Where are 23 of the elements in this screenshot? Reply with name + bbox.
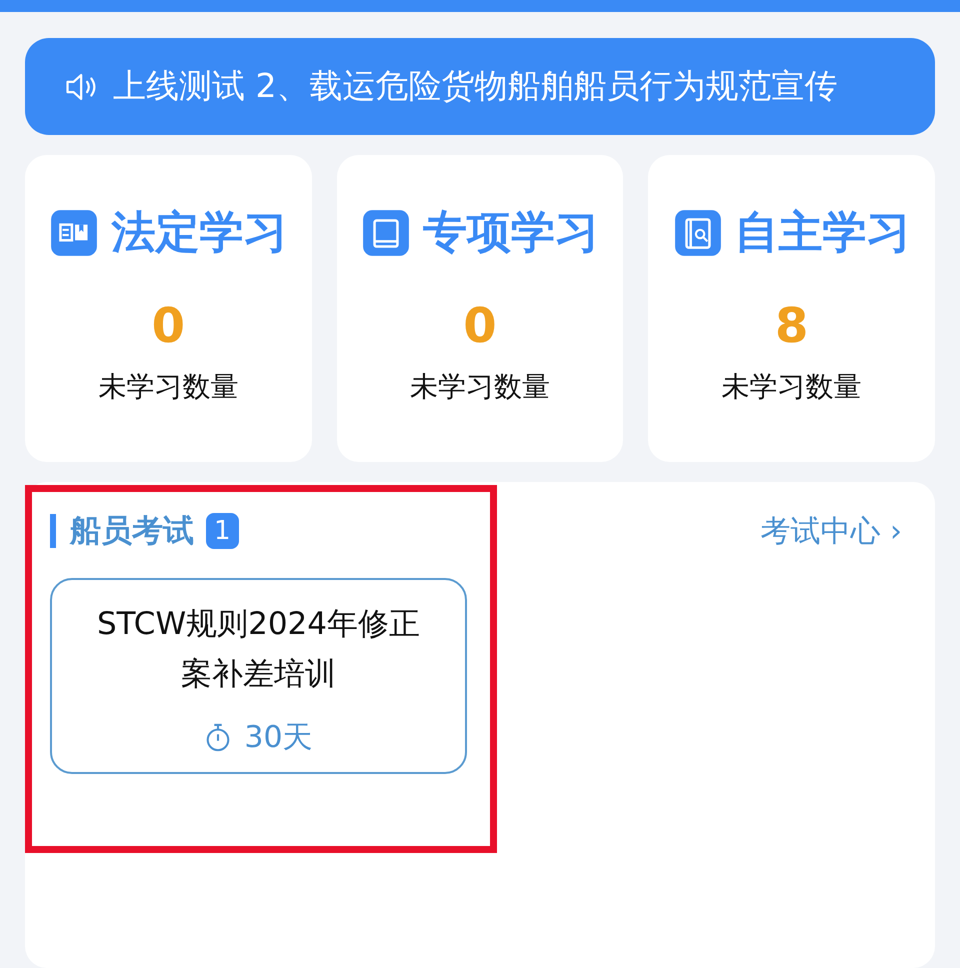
- count-badge: 1: [206, 513, 239, 549]
- count-label: 未学习数量: [722, 369, 862, 405]
- card-title: 专项学习: [423, 206, 599, 260]
- study-card[interactable]: 专项学习 0 未学习数量: [336, 155, 624, 462]
- notice-text: 上线测试 2、载运危险货物船舶船员行为规范宣传: [113, 65, 838, 107]
- book-icon: [361, 208, 411, 258]
- stopwatch-icon: [204, 722, 232, 753]
- card-title: 自主学习: [734, 206, 911, 260]
- exam-title: STCW规则2024年修正案补差培训: [96, 605, 421, 694]
- duration-text: 30天: [244, 719, 313, 758]
- unstudied-count: 0: [463, 298, 497, 354]
- exam-card[interactable]: STCW规则2024年修正案补差培训 30天: [50, 578, 467, 774]
- open-book-icon: [49, 208, 100, 258]
- book-search-icon: [672, 208, 723, 258]
- study-card[interactable]: 自主学习 8 未学习数量: [648, 155, 936, 462]
- accent-bar: [50, 514, 56, 548]
- section-title: 船员考试: [70, 512, 194, 551]
- count-label: 未学习数量: [98, 369, 238, 405]
- count-label: 未学习数量: [410, 369, 550, 405]
- card-title: 法定学习: [111, 206, 288, 260]
- unstudied-count: 8: [774, 298, 808, 354]
- unstudied-count: 0: [152, 298, 186, 354]
- study-card[interactable]: 法定学习 0 未学习数量: [25, 155, 312, 462]
